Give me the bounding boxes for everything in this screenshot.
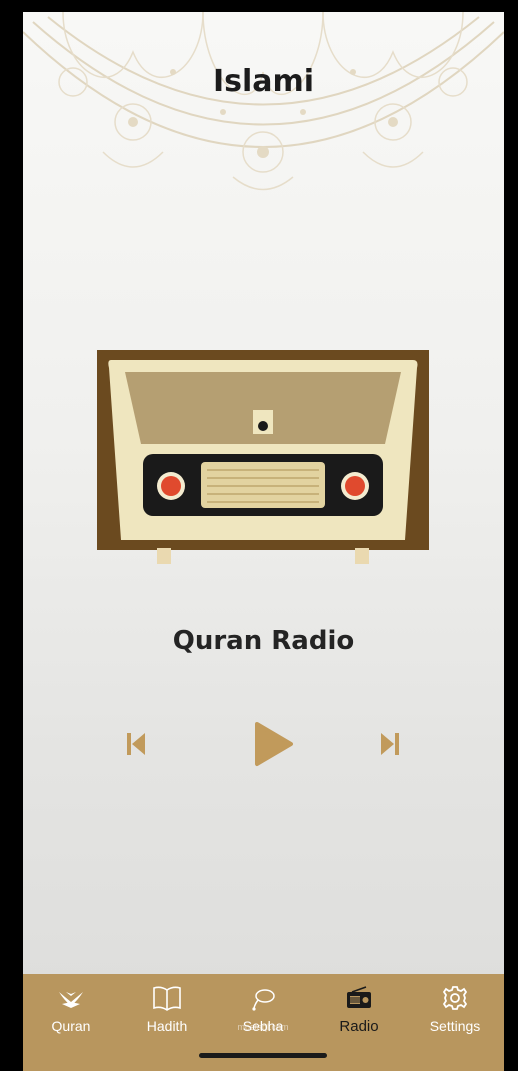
nav-label-radio: Radio: [339, 1018, 379, 1035]
nav-item-settings[interactable]: Settings: [407, 984, 503, 1044]
skip-previous-button[interactable]: [125, 730, 149, 758]
nav-label-hadith: Hadith: [146, 1018, 188, 1034]
nav-label-settings: Settings: [429, 1018, 481, 1034]
nav-item-hadith[interactable]: Hadith: [119, 984, 215, 1044]
home-indicator: [199, 1053, 327, 1058]
book-open-icon: [152, 984, 182, 1012]
radio-illustration: [97, 350, 429, 564]
nav-label-quran: Quran: [51, 1018, 91, 1034]
skip-next-button[interactable]: [377, 730, 401, 758]
radio-icon: [344, 984, 374, 1012]
play-icon: [255, 722, 293, 766]
station-name: Quran Radio: [172, 626, 355, 656]
skip-previous-icon: [127, 733, 145, 755]
quran-icon: [56, 984, 86, 1012]
nav-item-quran[interactable]: Quran: [23, 984, 119, 1044]
sebha-icon: [248, 984, 278, 1012]
mandala-ornament: [23, 12, 504, 191]
app-screen: Islami Quran Radio Quran Hadith Sebha Ra…: [23, 12, 504, 1071]
skip-next-icon: [381, 733, 399, 755]
nav-item-radio[interactable]: Radio: [311, 984, 407, 1044]
nav-item-sebha[interactable]: Sebha: [215, 984, 311, 1044]
gear-icon: [440, 984, 470, 1012]
watermark: mostaql.com: [237, 1022, 289, 1032]
app-title: Islami: [212, 64, 315, 99]
play-button[interactable]: [251, 720, 295, 768]
